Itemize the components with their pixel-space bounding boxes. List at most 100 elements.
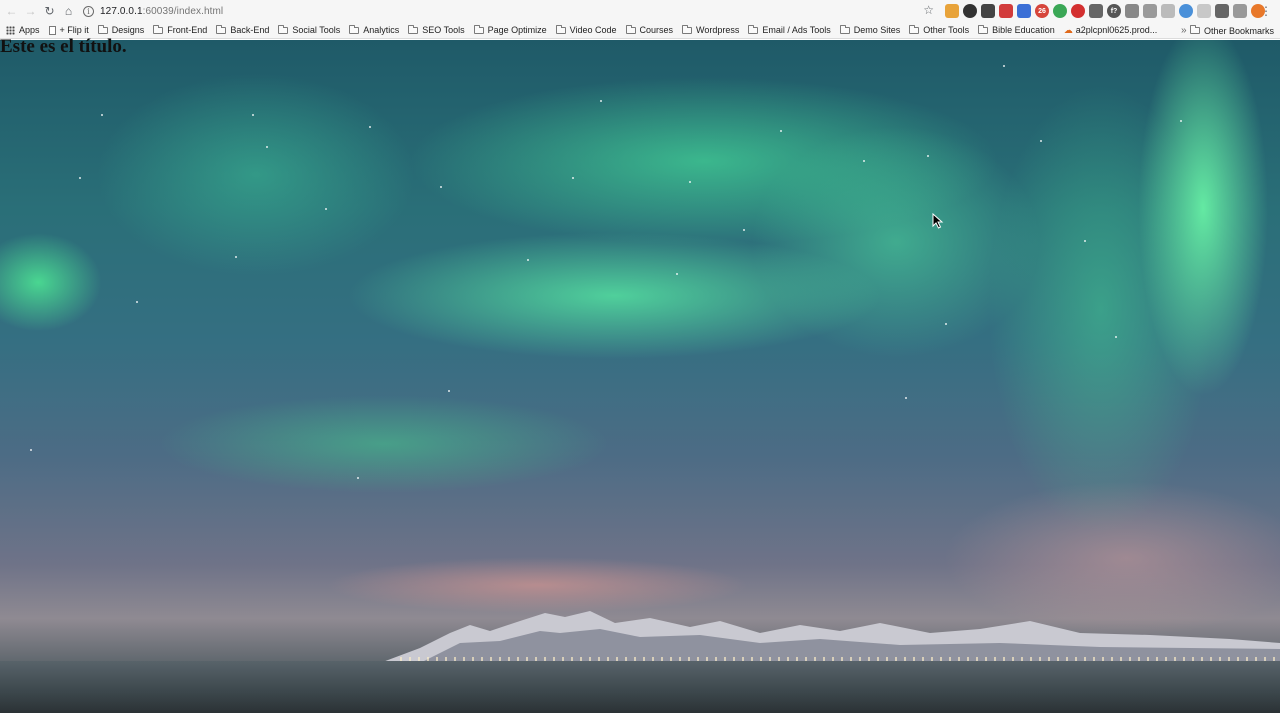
bookmark-label: Back-End <box>230 25 270 35</box>
bookmark-bible-education[interactable]: Bible Education <box>978 22 1055 39</box>
green-circle-icon[interactable] <box>1053 4 1067 18</box>
forward-button[interactable]: → <box>21 0 40 22</box>
star <box>448 390 450 392</box>
grey-ext-icon[interactable] <box>1161 4 1175 18</box>
bookmark-label: a2plcpnl0625.prod... <box>1075 25 1158 35</box>
cpanel-icon: ☁ <box>1063 24 1073 35</box>
more-bookmarks-chevron-icon[interactable]: » <box>1181 22 1187 39</box>
bookmark-email-ads-tools[interactable]: Email / Ads Tools <box>748 22 831 39</box>
bookmark-seo-tools[interactable]: SEO Tools <box>408 22 465 39</box>
grey-square-icon[interactable] <box>1197 4 1211 18</box>
star <box>1003 65 1005 67</box>
star <box>689 181 691 183</box>
folder-icon <box>909 24 920 34</box>
folder-icon <box>216 24 227 34</box>
bookmark-label: Courses <box>639 25 674 35</box>
folder-icon <box>625 24 636 34</box>
folder-icon <box>473 24 484 34</box>
back-button[interactable]: ← <box>2 0 21 22</box>
star <box>369 126 371 128</box>
pocket-icon[interactable] <box>981 4 995 18</box>
bookmark-other-tools[interactable]: Other Tools <box>909 22 969 39</box>
bookmark-front-end[interactable]: Front-End <box>153 22 207 39</box>
bookmark-label: Page Optimize <box>487 25 547 35</box>
star <box>101 114 103 116</box>
screen-share-icon[interactable] <box>1125 4 1139 18</box>
star <box>780 130 782 132</box>
home-button[interactable]: ⌂ <box>59 0 78 22</box>
bookmark-analytics[interactable]: Analytics <box>349 22 399 39</box>
blue-window-icon[interactable] <box>1179 4 1193 18</box>
font-ext-icon[interactable] <box>1233 4 1247 18</box>
folder-icon <box>278 24 289 34</box>
star <box>325 208 327 210</box>
star <box>1084 240 1086 242</box>
bookmark-label: Email / Ads Tools <box>762 25 831 35</box>
star <box>743 229 745 231</box>
folder-icon <box>349 24 360 34</box>
star <box>266 146 268 148</box>
star <box>136 301 138 303</box>
folder-icon <box>408 24 419 34</box>
bookmark-label: Social Tools <box>292 25 341 35</box>
page-icon <box>48 25 56 35</box>
bookmark-label: Wordpress <box>696 25 740 35</box>
page-viewport <box>0 40 1280 713</box>
extensions-tray: 26 f? <box>945 4 1265 18</box>
formula-icon[interactable]: f? <box>1107 4 1121 18</box>
star <box>79 177 81 179</box>
reload-button[interactable]: ↻ <box>40 0 59 22</box>
address-bar[interactable]: i 127.0.0.1:60039/index.html ☆ <box>78 2 940 21</box>
apps-grid-icon <box>6 25 15 35</box>
bookmark-demo-sites[interactable]: Demo Sites <box>839 22 900 39</box>
star <box>252 114 254 116</box>
bookmark-label: + Flip it <box>59 25 89 35</box>
bookmark-wordpress[interactable]: Wordpress <box>682 22 739 39</box>
bookmark-back-end[interactable]: Back-End <box>216 22 269 39</box>
star <box>440 186 442 188</box>
bookmark-label: Bible Education <box>992 25 1055 35</box>
dark-circle-icon[interactable] <box>963 4 977 18</box>
mouse-cursor-icon <box>932 213 944 229</box>
bookmark-star-icon[interactable]: ☆ <box>923 3 934 17</box>
bookmark-other-bookmarks[interactable]: Other Bookmarks <box>1189 22 1274 39</box>
bookmark-list: + Flip it Designs Front-End Back-End Social … <box>48 22 1167 39</box>
bookmark-courses[interactable]: Courses <box>625 22 674 39</box>
page-title: Este es el título. <box>0 36 127 57</box>
cast-screen-icon[interactable] <box>1089 4 1103 18</box>
aurora-background-image <box>0 40 1280 713</box>
star <box>357 477 359 479</box>
star <box>527 259 529 261</box>
bookmark-a2plcpnl0625-prod[interactable]: ☁ a2plcpnl0625.prod... <box>1064 22 1158 39</box>
star <box>1180 120 1182 122</box>
star <box>905 397 907 399</box>
vuejs-icon[interactable] <box>1143 4 1157 18</box>
browser-menu-icon[interactable]: ⋮ <box>1260 3 1272 19</box>
site-info-icon[interactable]: i <box>83 6 94 17</box>
star <box>927 155 929 157</box>
sea-water <box>0 661 1280 713</box>
bookmark-page-optimize[interactable]: Page Optimize <box>473 22 547 39</box>
red-ext-icon[interactable] <box>999 4 1013 18</box>
star <box>235 256 237 258</box>
refresh-ext-icon[interactable] <box>1215 4 1229 18</box>
bookmark-flag-icon[interactable] <box>945 4 959 18</box>
star <box>676 273 678 275</box>
bookmark-label: Analytics <box>363 25 400 35</box>
star <box>1115 336 1117 338</box>
bookmark-label: Apps <box>19 25 40 35</box>
bookmark-video-code[interactable]: Video Code <box>555 22 617 39</box>
bookmark-label: Other Tools <box>923 25 970 35</box>
blue-ext-icon[interactable] <box>1017 4 1031 18</box>
folder-icon <box>555 24 566 34</box>
folder-icon <box>153 24 164 34</box>
url-text[interactable]: 127.0.0.1:60039/index.html <box>100 6 223 17</box>
bookmark-social-tools[interactable]: Social Tools <box>278 22 340 39</box>
star <box>572 177 574 179</box>
star <box>1040 140 1042 142</box>
star <box>863 160 865 162</box>
browser-toolbar: ← → ↻ ⌂ i 127.0.0.1:60039/index.html ☆ 2… <box>0 0 1280 22</box>
calendar-ext-icon[interactable]: 26 <box>1035 4 1049 18</box>
snowy-mountains <box>380 611 1280 663</box>
opera-icon[interactable] <box>1071 4 1085 18</box>
